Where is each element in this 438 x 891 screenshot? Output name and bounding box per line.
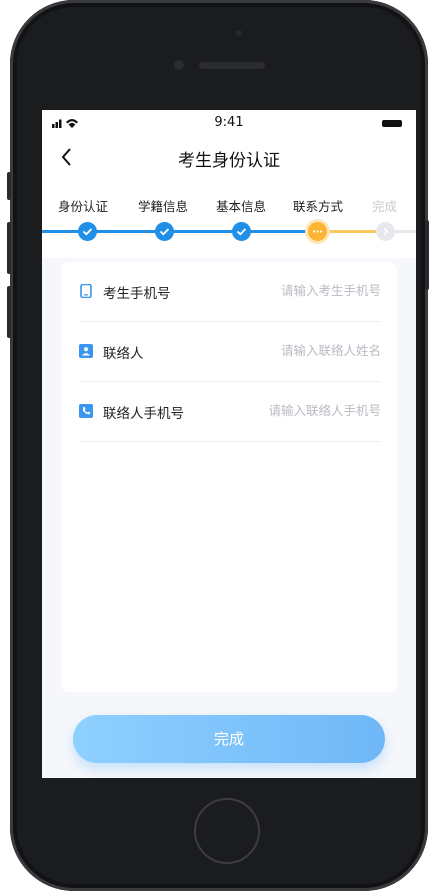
- proximity-sensor: [236, 30, 242, 36]
- phone-icon: [80, 284, 92, 298]
- step-ellipsis-icon: [308, 222, 327, 241]
- battery-icon: [382, 120, 402, 127]
- volume-up-button: [7, 222, 11, 274]
- step-check-icon: [232, 222, 251, 241]
- status-bar: 9:41: [42, 110, 416, 136]
- step-check-icon: [78, 222, 97, 241]
- nav-bar: 考生身份认证: [42, 136, 416, 180]
- step-label-identity: 身份认证: [58, 199, 109, 214]
- field-label: 联络人: [103, 346, 144, 362]
- field-row-contact-phone: 联络人手机号: [79, 382, 381, 442]
- power-button: [425, 220, 429, 290]
- step-label-basic-info: 基本信息: [216, 199, 267, 214]
- field-row-contact-name: 联络人: [79, 322, 381, 382]
- earpiece-speaker: [199, 62, 265, 69]
- step-label-finish: 完成: [372, 199, 398, 214]
- student-phone-input[interactable]: [231, 280, 381, 300]
- volume-down-button: [7, 286, 11, 338]
- page-title: 考生身份认证: [178, 151, 280, 171]
- step-label-school-record: 学籍信息: [138, 199, 189, 214]
- app-screen: 9:41 考生身份认证 身份认证 学籍信息 基本信息 联系方式 完成 考生手机号…: [42, 110, 416, 778]
- step-label-contact: 联系方式: [293, 199, 344, 214]
- step-check-icon: [155, 222, 174, 241]
- field-label: 考生手机号: [103, 286, 171, 302]
- step-progress: 身份认证 学籍信息 基本信息 联系方式 完成: [42, 180, 416, 258]
- home-button[interactable]: [194, 798, 260, 864]
- field-row-student-phone: 考生手机号: [79, 262, 381, 322]
- finish-button[interactable]: 完成: [73, 715, 385, 763]
- call-icon: [79, 404, 93, 418]
- field-label: 联络人手机号: [103, 406, 184, 422]
- contact-card-icon: [79, 344, 93, 358]
- step-next-icon: [376, 222, 395, 241]
- front-camera: [174, 60, 184, 70]
- contact-phone-input[interactable]: [231, 400, 381, 420]
- status-time: 9:41: [214, 115, 244, 130]
- mute-switch: [7, 172, 11, 200]
- contact-form: 考生手机号 联络人 联络人手机号: [61, 262, 397, 692]
- contact-name-input[interactable]: [231, 340, 381, 360]
